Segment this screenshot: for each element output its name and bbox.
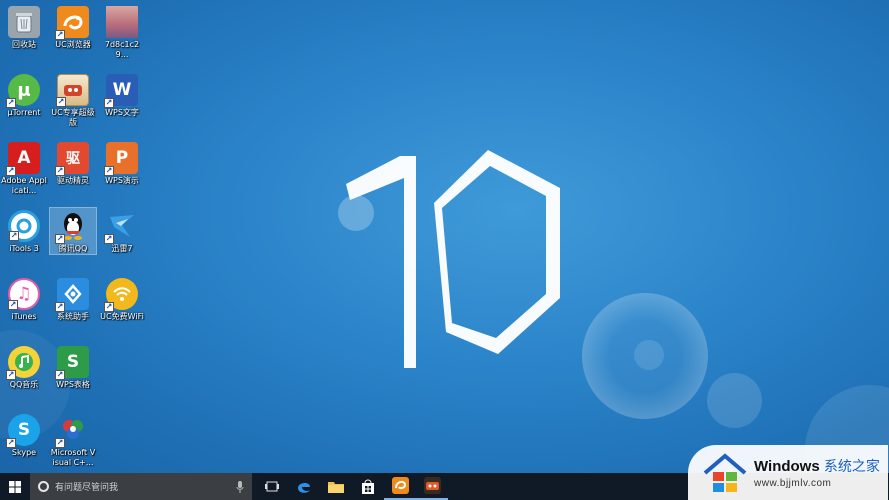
shortcut-arrow-icon: ↗ <box>9 231 19 241</box>
adobe-icon: A ↗ <box>6 142 40 176</box>
shortcut-arrow-icon: ↗ <box>55 30 65 40</box>
bokeh-circle <box>707 373 762 428</box>
skype-icon: S ↗ <box>6 414 40 448</box>
xunlei-icon: ↗ <box>104 210 138 244</box>
uc-wifi-icon: ↗ <box>104 278 138 312</box>
store-icon <box>362 479 374 494</box>
desktop-icon-qq[interactable]: ↗ 腾讯QQ <box>49 207 97 255</box>
task-view-icon <box>265 481 279 492</box>
itunes-icon: ♫ ↗ <box>8 278 40 310</box>
desktop-icon-skype[interactable]: S ↗ Skype <box>1 412 47 458</box>
shortcut-arrow-icon: ↗ <box>6 370 16 380</box>
shortcut-arrow-icon: ↗ <box>104 234 114 244</box>
utorrent-icon: μ ↗ <box>6 74 40 108</box>
shortcut-arrow-icon: ↗ <box>6 166 16 176</box>
shortcut-arrow-icon: ↗ <box>55 166 65 176</box>
uc-super-icon: ↗ <box>56 74 89 107</box>
wallpaper-10-logo: 10 <box>346 150 560 368</box>
image-file-icon <box>106 6 138 38</box>
uc-super-taskbar-icon <box>423 477 441 494</box>
uc-super-taskbar-button[interactable] <box>416 473 448 500</box>
shortcut-arrow-icon: ↗ <box>104 302 114 312</box>
qq-icon: ↗ <box>55 210 89 244</box>
desktop-icon-adobe[interactable]: A ↗ Adobe Applicati... <box>1 140 47 196</box>
desktop-icon-itools[interactable]: ↗ iTools 3 <box>1 208 47 254</box>
desktop-icon-uc-browser[interactable]: ↗ UC浏览器 <box>50 4 96 50</box>
desktop-icon-driver-genius[interactable]: 驱 ↗ 驱动精灵 <box>50 140 96 186</box>
watermark-brand-line: Windows 系统之家 <box>754 456 880 476</box>
desktop-icon-qq-music[interactable]: ↗ QQ音乐 <box>1 344 47 390</box>
desktop-icon-system-helper[interactable]: ↗ 系统助手 <box>50 276 96 322</box>
watermark-url: www.bjjmlv.com <box>754 478 832 489</box>
wps-presentation-icon: P ↗ <box>104 142 138 176</box>
file-explorer-icon <box>328 482 344 493</box>
store-button[interactable] <box>352 473 384 500</box>
desktop-icon-recycle-bin[interactable]: 回收站 <box>1 4 47 50</box>
bokeh-circle <box>634 340 664 370</box>
shortcut-arrow-icon: ↗ <box>55 302 65 312</box>
recycle-bin-icon <box>8 6 40 38</box>
cortana-search-box[interactable]: 有问题尽管问我 <box>30 473 252 500</box>
system-helper-icon: ↗ <box>55 278 89 312</box>
wps-writer-icon: W ↗ <box>104 74 138 108</box>
desktop-icon-uc-wifi[interactable]: ↗ UC免费WiFi <box>99 276 145 322</box>
shortcut-arrow-icon: ↗ <box>104 98 114 108</box>
watermark-site-name: 系统之家 <box>823 458 880 474</box>
uc-browser-icon: ↗ <box>55 6 89 40</box>
desktop-icon-itunes[interactable]: ♫ ↗ iTunes <box>1 276 47 322</box>
desktop-icon-xunlei[interactable]: ↗ 迅雷7 <box>99 208 145 254</box>
qq-music-icon: ↗ <box>6 346 40 380</box>
cortana-icon <box>38 481 49 492</box>
start-button[interactable] <box>0 473 30 500</box>
desktop-icon-image-file[interactable]: 7d8c1c29... <box>99 4 145 60</box>
uc-browser-taskbar-button[interactable] <box>384 473 416 500</box>
shortcut-arrow-icon: ↗ <box>6 98 16 108</box>
visual-cpp-icon: ↗ <box>55 414 89 448</box>
desktop-icon-wps-spreadsheet[interactable]: S ↗ WPS表格 <box>50 344 96 390</box>
itools-icon: ↗ <box>8 210 40 242</box>
desktop-icon-wps-writer[interactable]: W ↗ WPS文字 <box>99 72 145 118</box>
file-explorer-button[interactable] <box>320 473 352 500</box>
desktop: 10 回收站 ↗ UC浏览器 7d8c1c29... μ ↗ μTorrent … <box>0 0 889 473</box>
shortcut-arrow-icon: ↗ <box>55 438 65 448</box>
task-view-button[interactable] <box>256 473 288 500</box>
edge-icon <box>298 482 310 493</box>
shortcut-arrow-icon: ↗ <box>104 166 114 176</box>
desktop-icon-uc-super[interactable]: ↗ UC专享超级版 <box>50 72 96 128</box>
shortcut-arrow-icon: ↗ <box>8 300 18 310</box>
house-logo-icon <box>703 452 747 492</box>
watermark-text: Windows 系统之家 www.bjjmlv.com <box>754 456 880 489</box>
uc-browser-taskbar-icon <box>391 477 409 494</box>
desktop-icon-visual-cpp[interactable]: ↗ Microsoft Visual C+... <box>50 412 96 468</box>
watermark-brand: Windows <box>754 458 820 475</box>
edge-button[interactable] <box>288 473 320 500</box>
desktop-icon-utorrent[interactable]: μ ↗ μTorrent <box>1 72 47 118</box>
search-placeholder: 有问题尽管问我 <box>55 483 119 493</box>
microphone-icon[interactable] <box>236 480 244 493</box>
watermark: Windows 系统之家 www.bjjmlv.com <box>688 445 888 500</box>
shortcut-arrow-icon: ↗ <box>55 234 65 244</box>
shortcut-arrow-icon: ↗ <box>55 370 65 380</box>
windows-logo-icon <box>9 480 21 493</box>
wps-spreadsheet-icon: S ↗ <box>55 346 89 380</box>
driver-genius-icon: 驱 ↗ <box>55 142 89 176</box>
shortcut-arrow-icon: ↗ <box>56 97 66 107</box>
shortcut-arrow-icon: ↗ <box>6 438 16 448</box>
desktop-icon-wps-presentation[interactable]: P ↗ WPS演示 <box>99 140 145 186</box>
